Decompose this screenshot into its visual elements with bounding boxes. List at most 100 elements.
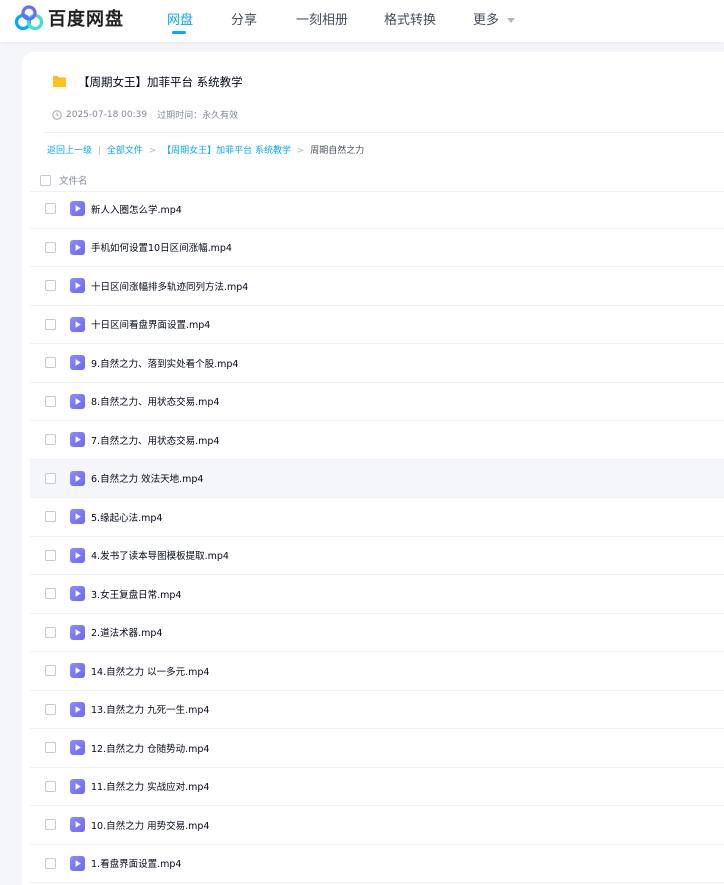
file-name[interactable]: 7.自然之力、用状态交易.mp4 bbox=[91, 433, 219, 447]
file-row[interactable]: 2.道法术器.mp4 bbox=[30, 614, 724, 652]
file-checkbox[interactable] bbox=[45, 780, 56, 792]
file-row[interactable]: 6.自然之力 效法天地.mp4 bbox=[30, 459, 724, 498]
nav-item-share[interactable]: 分享 bbox=[231, 9, 257, 28]
file-name[interactable]: 3.女王复盘日常.mp4 bbox=[91, 587, 181, 601]
column-header-filename[interactable]: 文件名 bbox=[59, 173, 88, 187]
file-checkbox[interactable] bbox=[45, 742, 56, 754]
file-checkbox[interactable] bbox=[45, 318, 56, 330]
video-file-icon bbox=[70, 701, 85, 717]
file-checkbox[interactable] bbox=[45, 241, 56, 253]
nav-item-more[interactable]: 更多 bbox=[473, 9, 516, 28]
video-file-icon bbox=[70, 278, 85, 294]
file-checkbox[interactable] bbox=[45, 626, 56, 638]
video-file-icon bbox=[70, 586, 85, 602]
breadcrumb-arrow: > bbox=[296, 146, 305, 156]
file-checkbox[interactable] bbox=[45, 588, 56, 600]
breadcrumb-all-files-link[interactable]: 全部文件 bbox=[107, 146, 143, 156]
file-name[interactable]: 14.自然之力 以一多元.mp4 bbox=[91, 664, 209, 678]
folder-icon bbox=[53, 76, 66, 87]
cloud-logo-icon bbox=[14, 5, 44, 31]
breadcrumb: 返回上一级 | 全部文件 > 【周期女王】加菲平台 系统教学 > 周期自然之力 bbox=[47, 143, 364, 156]
breadcrumb-back-link[interactable]: 返回上一级 bbox=[47, 146, 92, 156]
video-file-icon bbox=[70, 547, 85, 563]
video-file-icon bbox=[70, 740, 85, 756]
expire-info: 过期时间：永久有效 bbox=[157, 111, 239, 121]
file-checkbox[interactable] bbox=[45, 665, 56, 677]
nav-active-indicator bbox=[172, 31, 186, 34]
file-checkbox[interactable] bbox=[45, 819, 56, 831]
file-name[interactable]: 11.自然之力 实战应对.mp4 bbox=[91, 779, 209, 793]
file-row[interactable]: 新人入圈怎么学.mp4 bbox=[30, 190, 724, 229]
file-row[interactable]: 4.发书了读本导图模板提取.mp4 bbox=[30, 537, 724, 575]
chevron-down-icon bbox=[507, 18, 516, 23]
file-name[interactable]: 手机如何设置10日区间涨幅.mp4 bbox=[91, 240, 232, 254]
file-row[interactable]: 10.自然之力 用势交易.mp4 bbox=[30, 806, 724, 845]
video-file-icon bbox=[70, 355, 85, 371]
file-name[interactable]: 8.自然之力、用状态交易.mp4 bbox=[91, 394, 219, 408]
share-panel: 【周期女王】加菲平台 系统教学 2025-07-18 00:39 过期时间：永久… bbox=[22, 52, 724, 885]
file-row[interactable]: 14.自然之力 以一多元.mp4 bbox=[30, 652, 724, 691]
file-name[interactable]: 4.发书了读本导图模板提取.mp4 bbox=[91, 548, 229, 562]
nav-item-netdisk[interactable]: 网盘 bbox=[167, 9, 193, 28]
file-row[interactable]: 十日区间涨幅排多轨迹同列方法.mp4 bbox=[30, 267, 724, 306]
breadcrumb-separator: | bbox=[97, 146, 101, 156]
video-file-icon bbox=[70, 239, 85, 255]
file-row[interactable]: 十日区间看盘界面设置.mp4 bbox=[30, 306, 724, 344]
file-name[interactable]: 2.道法术器.mp4 bbox=[91, 625, 162, 639]
file-row[interactable]: 12.自然之力 仓随势动.mp4 bbox=[30, 729, 724, 768]
select-all-checkbox[interactable] bbox=[40, 174, 51, 186]
baidu-netdisk-logo[interactable]: 百度网盘 bbox=[14, 5, 124, 31]
file-row[interactable]: 11.自然之力 实战应对.mp4 bbox=[30, 768, 724, 806]
file-name[interactable]: 十日区间涨幅排多轨迹同列方法.mp4 bbox=[91, 279, 248, 293]
breadcrumb-current: 周期自然之力 bbox=[310, 146, 365, 156]
file-row[interactable]: 手机如何设置10日区间涨幅.mp4 bbox=[30, 229, 724, 267]
header-divider bbox=[44, 132, 724, 133]
brand-name: 百度网盘 bbox=[48, 9, 124, 30]
file-row[interactable]: 7.自然之力、用状态交易.mp4 bbox=[30, 421, 724, 460]
file-name[interactable]: 5.缘起心法.mp4 bbox=[91, 510, 162, 524]
file-row[interactable]: 8.自然之力、用状态交易.mp4 bbox=[30, 383, 724, 421]
file-checkbox[interactable] bbox=[45, 472, 56, 484]
file-name[interactable]: 新人入圈怎么学.mp4 bbox=[91, 202, 182, 216]
share-date: 2025-07-18 00:39 bbox=[66, 109, 148, 120]
file-row[interactable]: 1.看盘界面设置.mp4 bbox=[30, 845, 724, 883]
video-file-icon bbox=[70, 624, 85, 640]
file-checkbox[interactable] bbox=[45, 357, 56, 369]
nav-item-format-convert[interactable]: 格式转换 bbox=[384, 9, 436, 28]
file-checkbox[interactable] bbox=[45, 395, 56, 407]
file-checkbox[interactable] bbox=[45, 511, 56, 523]
video-file-icon bbox=[70, 316, 85, 332]
breadcrumb-folder-link[interactable]: 【周期女王】加菲平台 系统教学 bbox=[162, 146, 291, 156]
video-file-icon bbox=[70, 509, 85, 525]
file-row[interactable]: 13.自然之力 九死一生.mp4 bbox=[30, 691, 724, 729]
clock-icon bbox=[52, 109, 62, 120]
video-file-icon bbox=[70, 201, 85, 217]
file-checkbox[interactable] bbox=[45, 549, 56, 561]
file-checkbox[interactable] bbox=[45, 280, 56, 292]
file-checkbox[interactable] bbox=[45, 857, 56, 869]
file-checkbox[interactable] bbox=[45, 703, 56, 715]
file-row[interactable]: 3.女王复盘日常.mp4 bbox=[30, 575, 724, 614]
top-nav-bar: 百度网盘 网盘 分享 一刻相册 格式转换 更多 bbox=[0, 0, 724, 42]
file-row[interactable]: 9.自然之力、落到实处看个股.mp4 bbox=[30, 344, 724, 383]
breadcrumb-arrow: > bbox=[148, 146, 157, 156]
file-checkbox[interactable] bbox=[45, 203, 56, 215]
file-name[interactable]: 1.看盘界面设置.mp4 bbox=[91, 856, 181, 870]
file-name[interactable]: 13.自然之力 九死一生.mp4 bbox=[91, 702, 209, 716]
share-meta: 2025-07-18 00:39 过期时间：永久有效 bbox=[52, 108, 238, 121]
file-name[interactable]: 12.自然之力 仓随势动.mp4 bbox=[91, 741, 209, 755]
file-name[interactable]: 十日区间看盘界面设置.mp4 bbox=[91, 317, 210, 331]
nav-item-album[interactable]: 一刻相册 bbox=[296, 9, 348, 28]
video-file-icon bbox=[70, 778, 85, 794]
file-list: 新人入圈怎么学.mp4 手机如何设置10日区间涨幅.mp4 十日区间涨幅排多轨迹同列… bbox=[30, 190, 724, 883]
video-file-icon bbox=[70, 855, 85, 871]
file-name[interactable]: 6.自然之力 效法天地.mp4 bbox=[91, 471, 203, 485]
video-file-icon bbox=[70, 393, 85, 409]
file-name[interactable]: 10.自然之力 用势交易.mp4 bbox=[91, 818, 209, 832]
file-row[interactable]: 5.缘起心法.mp4 bbox=[30, 498, 724, 537]
video-file-icon bbox=[70, 470, 85, 486]
file-checkbox[interactable] bbox=[45, 434, 56, 446]
table-header: 文件名 bbox=[40, 169, 724, 191]
video-file-icon bbox=[70, 663, 85, 679]
file-name[interactable]: 9.自然之力、落到实处看个股.mp4 bbox=[91, 356, 238, 370]
